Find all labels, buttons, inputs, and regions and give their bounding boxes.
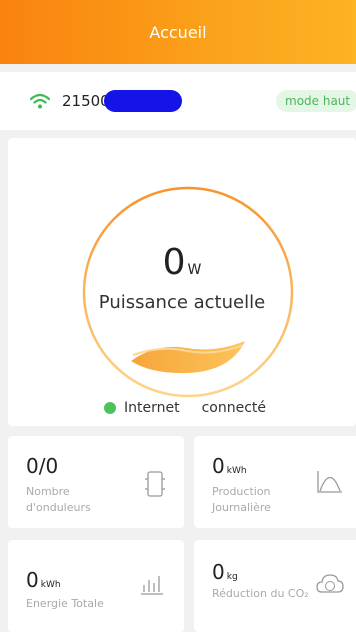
total-energy-value: 0 kWh	[26, 568, 61, 592]
internet-status-value: connecté	[201, 400, 267, 416]
power-unit: W	[187, 262, 202, 278]
power-number: 0	[162, 242, 186, 283]
internet-label: Internet	[124, 400, 180, 416]
inverter-icon	[145, 471, 165, 497]
wifi-icon	[30, 93, 50, 109]
internet-status: Internet connecté	[104, 400, 266, 416]
mode-badge[interactable]: mode haut	[276, 90, 356, 112]
power-label: Puissance actuelle	[98, 292, 266, 313]
inverters-value: 0/0	[26, 454, 59, 478]
bar-chart-icon	[141, 576, 163, 595]
device-id: 21500	[62, 92, 110, 110]
status-dot-icon	[104, 402, 116, 414]
app-header: Accueil	[0, 0, 356, 64]
curve-chart-icon	[317, 471, 342, 493]
co2-reduction-card[interactable]: 0 kg Réduction du CO₂	[194, 540, 356, 632]
redaction-mark	[104, 90, 182, 112]
daily-production-value: 0 kWh	[212, 454, 247, 478]
co2-reduction-value: 0 kg	[212, 560, 238, 584]
co2-cloud-icon	[316, 574, 344, 593]
device-bar[interactable]: 21500 mode haut	[0, 72, 356, 130]
power-value: 0W	[8, 242, 356, 283]
inverters-card[interactable]: 0/0 Nombre d'onduleurs	[8, 436, 184, 528]
power-card: 0W Puissance actuelle Internet connecté	[8, 138, 356, 426]
daily-production-label: Production Journalière	[212, 485, 271, 514]
inverters-label: Nombre d'onduleurs	[26, 485, 91, 514]
total-energy-label: Energie Totale	[26, 597, 104, 610]
daily-production-card[interactable]: 0 kWh Production Journalière	[194, 436, 356, 528]
page-title: Accueil	[149, 22, 207, 42]
total-energy-card[interactable]: 0 kWh Energie Totale	[8, 540, 184, 632]
co2-reduction-label: Réduction du CO₂	[212, 587, 309, 600]
